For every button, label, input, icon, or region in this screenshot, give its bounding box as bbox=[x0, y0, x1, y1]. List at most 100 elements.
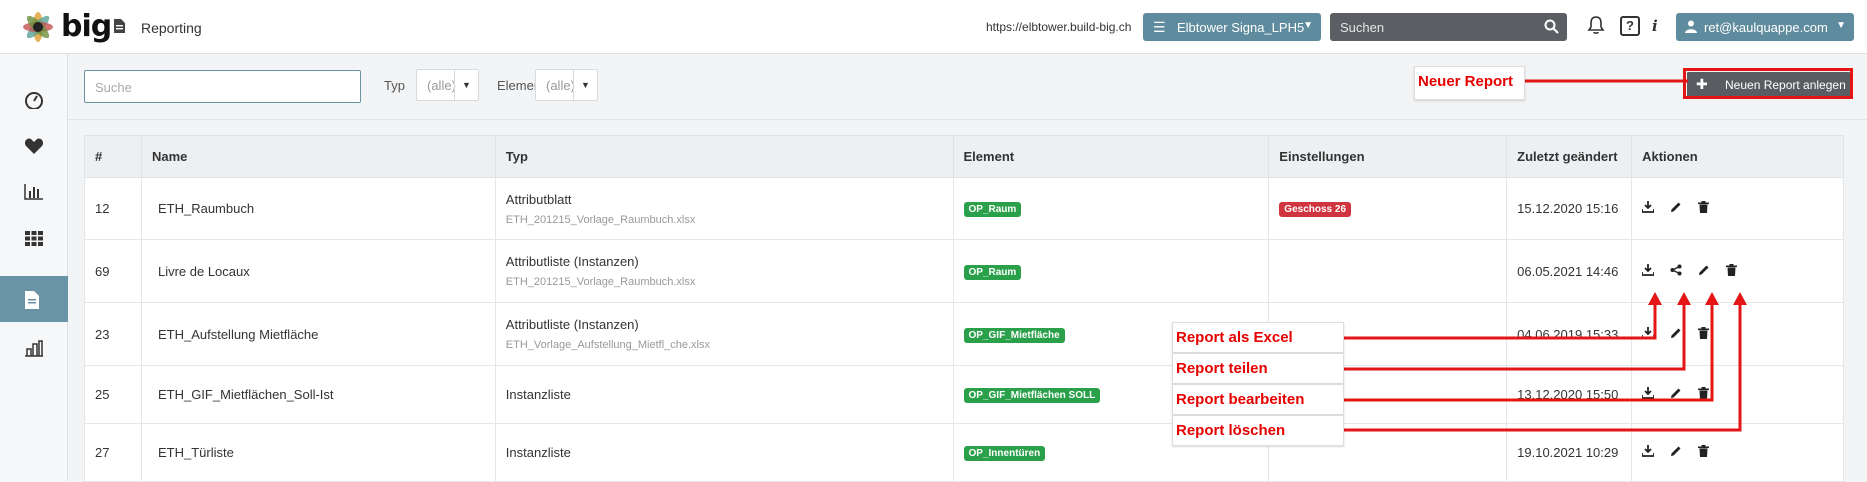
global-search-input[interactable] bbox=[1340, 19, 1535, 35]
trash-icon[interactable] bbox=[1698, 387, 1710, 399]
col-header-element[interactable]: Element bbox=[952, 135, 1270, 178]
action-delete-button[interactable] bbox=[1698, 201, 1726, 216]
document-icon bbox=[114, 19, 125, 33]
element-badge: OP_GIF_Mietflächen SOLL bbox=[963, 388, 1101, 403]
element-badge: OP_Raum bbox=[963, 202, 1022, 217]
bar-chart-icon bbox=[24, 184, 43, 200]
table-row[interactable]: 23 ETH_Aufstellung Mietfläche Attributlist… bbox=[84, 302, 1844, 366]
cell-name: ETH_Türliste bbox=[140, 423, 496, 482]
sidebar-item-buildings[interactable] bbox=[0, 324, 68, 370]
reports-table: # Name Typ Element Einstellungen Zuletzt… bbox=[84, 135, 1844, 482]
cell-modified: 15.12.2020 15:16 bbox=[1506, 177, 1633, 240]
pencil-icon[interactable] bbox=[1670, 387, 1682, 399]
action-edit-button[interactable] bbox=[1698, 264, 1726, 279]
callout-delete: Report löschen bbox=[1172, 415, 1344, 446]
trash-icon[interactable] bbox=[1726, 263, 1738, 276]
building-chart-icon bbox=[25, 340, 43, 357]
report-name[interactable]: Livre de Locaux bbox=[152, 264, 250, 279]
search-icon[interactable] bbox=[1544, 19, 1559, 34]
action-delete-button[interactable] bbox=[1698, 326, 1726, 342]
cell-type: Attributliste (Instanzen) ETH_201215_Vorl… bbox=[494, 239, 954, 303]
action-edit-button[interactable] bbox=[1670, 201, 1698, 216]
project-selector-button[interactable]: ☰ Elbtower Signa_LPH5 ▼ bbox=[1143, 13, 1321, 41]
action-delete-button[interactable] bbox=[1698, 445, 1726, 460]
info-icon[interactable]: i bbox=[1652, 17, 1658, 35]
cell-name: ETH_Aufstellung Mietfläche bbox=[140, 302, 496, 366]
callout-new-report: Neuer Report bbox=[1414, 66, 1525, 100]
action-download-button[interactable] bbox=[1641, 326, 1670, 342]
report-type: Instanzliste bbox=[505, 445, 571, 460]
report-name[interactable]: ETH_GIF_Mietflächen_Soll-Ist bbox=[152, 387, 334, 402]
heart-icon bbox=[24, 138, 44, 154]
action-edit-button[interactable] bbox=[1670, 327, 1698, 342]
share-icon[interactable] bbox=[1670, 264, 1682, 276]
col-header-name[interactable]: Name bbox=[140, 135, 496, 178]
download-icon[interactable] bbox=[1641, 201, 1655, 213]
table-row[interactable]: 27 ETH_Türliste Instanzliste OP_Innentüren 1… bbox=[84, 423, 1844, 482]
element-filter-select[interactable]: (alle) ▼ bbox=[535, 69, 598, 101]
report-name[interactable]: ETH_Raumbuch bbox=[152, 201, 254, 216]
caret-down-icon: ▼ bbox=[454, 70, 478, 100]
action-delete-button[interactable] bbox=[1726, 263, 1754, 279]
action-download-button[interactable] bbox=[1641, 201, 1670, 216]
report-name[interactable]: ETH_Türliste bbox=[152, 445, 234, 460]
download-icon[interactable] bbox=[1641, 263, 1655, 276]
pencil-icon[interactable] bbox=[1670, 327, 1682, 339]
table-row[interactable]: 25 ETH_GIF_Mietflächen_Soll-Ist Instanzlis… bbox=[84, 365, 1844, 424]
user-menu-button[interactable]: ret@kaulquappe.com ▼ bbox=[1676, 13, 1854, 41]
cell-settings bbox=[1268, 239, 1508, 303]
report-search-input[interactable] bbox=[95, 79, 350, 95]
report-name[interactable]: ETH_Aufstellung Mietfläche bbox=[152, 327, 318, 342]
trash-icon[interactable] bbox=[1698, 326, 1710, 339]
element-filter-value: (alle) bbox=[546, 78, 575, 93]
bell-icon[interactable] bbox=[1587, 15, 1605, 35]
col-header-id[interactable]: # bbox=[84, 135, 142, 178]
col-header-type[interactable]: Typ bbox=[494, 135, 954, 178]
cell-element: OP_Raum bbox=[952, 177, 1270, 240]
report-type: Attributblatt bbox=[505, 191, 572, 207]
sidebar-item-dashboard[interactable] bbox=[0, 76, 68, 122]
action-download-button[interactable] bbox=[1641, 387, 1670, 402]
logo-text: big bbox=[61, 9, 112, 44]
action-delete-button[interactable] bbox=[1698, 387, 1726, 402]
cell-type: Instanzliste bbox=[494, 365, 954, 424]
cell-type: Instanzliste bbox=[494, 423, 954, 482]
action-share-button[interactable] bbox=[1670, 264, 1698, 279]
action-edit-button[interactable] bbox=[1670, 445, 1698, 460]
col-header-settings[interactable]: Einstellungen bbox=[1268, 135, 1508, 178]
download-icon[interactable] bbox=[1641, 445, 1655, 457]
caret-down-icon: ▼ bbox=[1836, 20, 1846, 31]
pencil-icon[interactable] bbox=[1670, 201, 1682, 213]
cell-settings: Geschoss 26 bbox=[1268, 177, 1508, 240]
cell-modified: 04.06.2019 15:33 bbox=[1506, 302, 1633, 366]
type-filter-select[interactable]: (alle) ▼ bbox=[416, 69, 479, 101]
trash-icon[interactable] bbox=[1698, 445, 1710, 457]
gauge-icon bbox=[25, 92, 43, 109]
trash-icon[interactable] bbox=[1698, 201, 1710, 213]
sidebar-item-statistics[interactable] bbox=[0, 168, 68, 214]
pencil-icon[interactable] bbox=[1698, 264, 1710, 276]
download-icon[interactable] bbox=[1641, 326, 1655, 339]
report-file: ETH_Vorlage_Aufstellung_Mietfl_che.xlsx bbox=[505, 339, 711, 351]
download-icon[interactable] bbox=[1641, 387, 1655, 399]
cell-name: Livre de Locaux bbox=[140, 239, 496, 303]
cell-actions bbox=[1631, 423, 1844, 482]
col-header-modified[interactable]: Zuletzt geändert bbox=[1506, 135, 1633, 178]
help-icon[interactable]: ? bbox=[1620, 16, 1640, 36]
sidebar-item-grid[interactable] bbox=[0, 214, 68, 260]
big-logo-icon[interactable] bbox=[18, 7, 58, 47]
cell-actions bbox=[1631, 177, 1844, 240]
menu-icon: ☰ bbox=[1153, 19, 1166, 35]
sidebar-item-favorites[interactable] bbox=[0, 122, 68, 168]
caret-down-icon: ▼ bbox=[573, 70, 597, 100]
action-download-button[interactable] bbox=[1641, 445, 1670, 460]
grid-icon bbox=[25, 231, 43, 246]
table-row[interactable]: 69 Livre de Locaux Attributliste (Instanze… bbox=[84, 239, 1844, 303]
report-type: Attributliste (Instanzen) bbox=[505, 254, 639, 269]
table-row[interactable]: 12 ETH_Raumbuch Attributblatt ETH_201215_Vo… bbox=[84, 177, 1844, 240]
pencil-icon[interactable] bbox=[1670, 445, 1682, 457]
action-edit-button[interactable] bbox=[1670, 387, 1698, 402]
action-download-button[interactable] bbox=[1641, 263, 1670, 279]
sidebar-item-reporting[interactable] bbox=[0, 276, 68, 322]
cell-id: 27 bbox=[84, 423, 142, 482]
